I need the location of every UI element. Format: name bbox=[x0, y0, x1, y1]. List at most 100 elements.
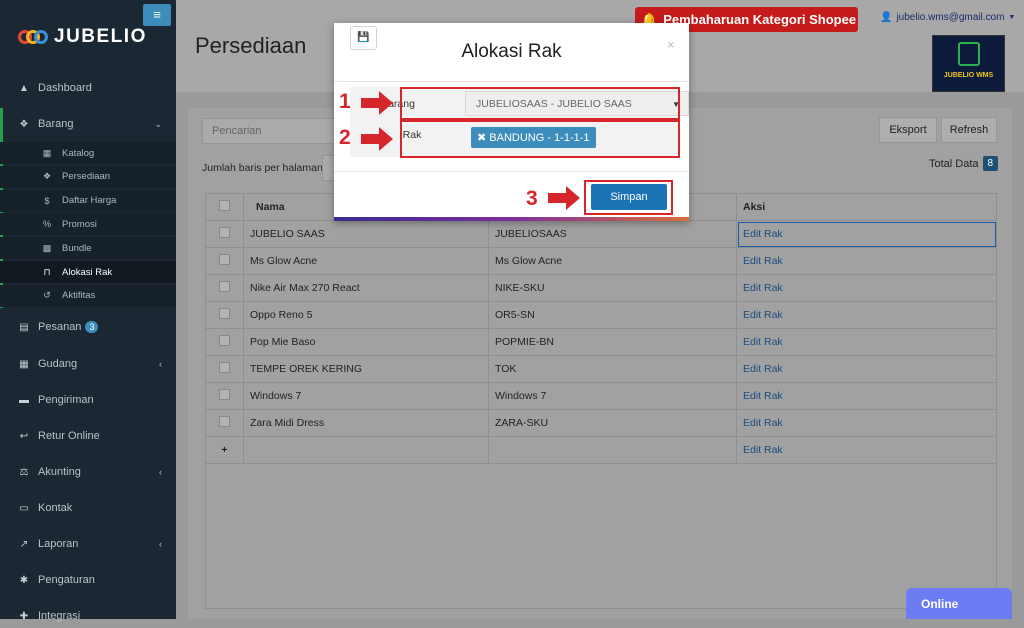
sidebar-subitem-promosi[interactable]: % Promosi bbox=[0, 213, 176, 236]
cell-nama: Ms Glow Acne bbox=[243, 247, 489, 275]
menu-toggle-icon[interactable]: ≡ bbox=[143, 4, 171, 26]
search-input[interactable]: Pencarian bbox=[202, 118, 352, 144]
cell-sku: Windows 7 bbox=[488, 382, 737, 410]
percent-icon: % bbox=[42, 219, 51, 230]
sidebar-item-label: Laporan bbox=[38, 538, 79, 550]
sidebar-item-label: Kontak bbox=[38, 502, 73, 514]
product-table: Nama Aksi JUBELIO SAAS JUBELIOSAAS Edit Ra… bbox=[205, 193, 997, 464]
rows-per-page-select[interactable] bbox=[322, 155, 334, 181]
row-checkbox-cell[interactable] bbox=[205, 382, 244, 410]
table-row[interactable]: TEMPE OREK KERING TOK Edit Rak bbox=[205, 355, 997, 383]
sidebar-subitem-label: Daftar Harga bbox=[62, 195, 117, 207]
sidebar-item-barang[interactable]: ❖ Barang ⌄ bbox=[0, 112, 176, 136]
sidebar-subitem-aktifitas[interactable]: ↺ Aktifitas bbox=[0, 284, 176, 307]
sidebar-item-gudang[interactable]: ▦ Gudang ‹ bbox=[0, 352, 176, 376]
edit-rak-link[interactable]: Edit Rak bbox=[736, 301, 997, 329]
row-checkbox[interactable] bbox=[219, 281, 230, 292]
sidebar-subitem-daftar-harga[interactable]: $ Daftar Harga bbox=[0, 189, 176, 212]
export-button[interactable]: Eksport bbox=[879, 117, 937, 143]
jubelio-logo[interactable]: JUBELIO bbox=[18, 26, 147, 48]
sidebar-item-label: Akunting bbox=[38, 466, 81, 478]
history-icon: ↺ bbox=[43, 290, 51, 301]
refresh-button[interactable]: Refresh bbox=[941, 117, 997, 143]
cell-sku: POPMIE-BN bbox=[488, 328, 737, 356]
modal-divider bbox=[334, 81, 689, 82]
row-checkbox[interactable] bbox=[219, 254, 230, 265]
modal-gradient-bar bbox=[334, 217, 689, 221]
row-checkbox-cell[interactable] bbox=[205, 355, 244, 383]
table-row[interactable]: Pop Mie Baso POPMIE-BN Edit Rak bbox=[205, 328, 997, 356]
annotation-number-1: 1 bbox=[339, 90, 351, 113]
cubes-icon: ❖ bbox=[42, 171, 52, 182]
cell-nama: Windows 7 bbox=[243, 382, 489, 410]
edit-rak-link[interactable]: Edit Rak bbox=[736, 247, 997, 275]
close-icon[interactable]: × bbox=[667, 37, 675, 52]
table-row[interactable]: Zara Midi Dress ZARA-SKU Edit Rak bbox=[205, 409, 997, 437]
building-icon: ▦ bbox=[19, 358, 29, 370]
sidebar-subitem-persediaan[interactable]: ❖ Persediaan bbox=[0, 165, 176, 188]
row-checkbox[interactable] bbox=[219, 389, 230, 400]
cubes-icon: ❖ bbox=[19, 118, 29, 130]
user-menu[interactable]: 👤 jubelio.wms@gmail.com ▼ bbox=[880, 12, 1015, 23]
row-checkbox[interactable] bbox=[219, 362, 230, 373]
row-checkbox-cell[interactable] bbox=[205, 247, 244, 275]
truck-icon: ▬ bbox=[19, 394, 29, 406]
bookmark-icon: ⊓ bbox=[43, 266, 51, 277]
table-row[interactable]: JUBELIO SAAS JUBELIOSAAS Edit Rak bbox=[205, 220, 997, 248]
edit-rak-link[interactable]: Edit Rak bbox=[736, 355, 997, 383]
sidebar-item-label: Barang bbox=[38, 118, 74, 130]
sidebar-item-laporan[interactable]: ↗ Laporan ‹ bbox=[0, 532, 176, 556]
col-aksi: Aksi bbox=[736, 193, 997, 221]
edit-rak-link[interactable]: Edit Rak bbox=[736, 382, 997, 410]
sidebar-item-integrasi[interactable]: ✚ Integrasi bbox=[0, 604, 176, 628]
chevron-left-icon: ‹ bbox=[159, 539, 162, 549]
row-checkbox-cell[interactable] bbox=[205, 274, 244, 302]
sidebar-item-retur-online[interactable]: ↩ Retur Online bbox=[0, 424, 176, 448]
table-row[interactable]: Nike Air Max 270 React NIKE-SKU Edit Rak bbox=[205, 274, 997, 302]
row-checkbox-cell[interactable] bbox=[205, 220, 244, 248]
balance-scale-icon: ⚖ bbox=[19, 466, 29, 478]
edit-rak-link[interactable]: Edit Rak bbox=[736, 274, 997, 302]
edit-rak-link[interactable]: Edit Rak bbox=[736, 328, 997, 356]
reply-icon: ↩ bbox=[19, 430, 29, 442]
sidebar-subitem-bundle[interactable]: ▩ Bundle bbox=[0, 237, 176, 260]
sidebar-item-kontak[interactable]: ▭ Kontak bbox=[0, 496, 176, 520]
sidebar-item-pengaturan[interactable]: ✱ Pengaturan bbox=[0, 568, 176, 592]
cell-sku: TOK bbox=[488, 355, 737, 383]
sidebar-item-label: Pengiriman bbox=[38, 394, 94, 406]
select-all-cell[interactable] bbox=[205, 193, 244, 221]
sidebar-subitem-label: Katalog bbox=[62, 147, 95, 159]
online-chat-button[interactable]: Online bbox=[906, 588, 1012, 619]
cell-nama: Pop Mie Baso bbox=[243, 328, 489, 356]
annotation-arrow-icon bbox=[361, 91, 393, 115]
chevron-down-icon: ⌄ bbox=[154, 118, 162, 129]
sidebar-subitem-katalog[interactable]: ▦ Katalog bbox=[0, 142, 176, 164]
select-all-checkbox[interactable] bbox=[219, 200, 230, 211]
sidebar-item-pengiriman[interactable]: ▬ Pengiriman bbox=[0, 388, 176, 412]
table-row[interactable]: Windows 7 Windows 7 Edit Rak bbox=[205, 382, 997, 410]
row-checkbox[interactable] bbox=[219, 416, 230, 427]
row-checkbox[interactable] bbox=[219, 227, 230, 238]
row-checkbox-cell[interactable] bbox=[205, 409, 244, 437]
caret-down-icon: ▼ bbox=[1008, 14, 1016, 21]
sidebar-item-pesanan[interactable]: ▤ Pesanan 3 bbox=[0, 315, 176, 339]
sidebar-subitem-label: Alokasi Rak bbox=[62, 266, 113, 278]
sidebar-item-akunting[interactable]: ⚖ Akunting ‹ bbox=[0, 460, 176, 484]
edit-rak-link[interactable]: Edit Rak bbox=[736, 409, 997, 437]
wms-brand-text: JUBELIO WMS bbox=[943, 72, 994, 79]
shopping-basket-icon: ▤ bbox=[19, 321, 29, 333]
sidebar-subitem-alokasi-rak[interactable]: ⊓ Alokasi Rak bbox=[0, 261, 176, 283]
user-email: jubelio.wms@gmail.com bbox=[896, 12, 1005, 23]
row-checkbox-cell[interactable] bbox=[205, 301, 244, 329]
annotation-number-3: 3 bbox=[526, 187, 538, 210]
table-row[interactable]: Ms Glow Acne Ms Glow Acne Edit Rak bbox=[205, 247, 997, 275]
annotation-box-2 bbox=[400, 120, 680, 158]
cogs-icon: ✱ bbox=[19, 574, 29, 586]
sidebar-item-dashboard[interactable]: ▲ Dashboard bbox=[0, 76, 176, 100]
row-checkbox[interactable] bbox=[219, 335, 230, 346]
edit-rak-link[interactable]: Edit Rak bbox=[736, 220, 997, 248]
cell-sku: OR5-SN bbox=[488, 301, 737, 329]
row-checkbox-cell[interactable] bbox=[205, 328, 244, 356]
row-checkbox[interactable] bbox=[219, 308, 230, 319]
table-row[interactable]: Oppo Reno 5 OR5-SN Edit Rak bbox=[205, 301, 997, 329]
